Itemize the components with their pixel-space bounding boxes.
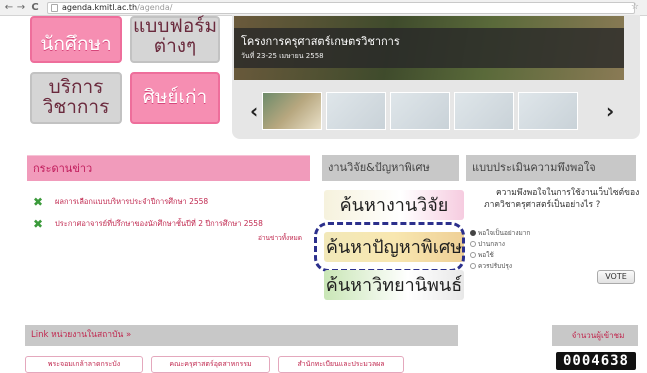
tile-services-label-line1: บริการ [48, 77, 104, 98]
banner-image[interactable]: โครงการครุศาสตร์เกษตรวิชาการ วันที่ 23-2… [234, 16, 624, 80]
radio-button[interactable] [470, 241, 476, 247]
tile-forms[interactable]: แบบฟอร์ม ต่างๆ [130, 16, 220, 63]
tile-alumni[interactable]: ศิษย์เก่า [130, 72, 220, 124]
tile-students-label: นักศึกษา [40, 34, 112, 55]
radio-button[interactable] [470, 230, 476, 236]
thumbnail[interactable] [390, 92, 450, 130]
url-path: /agenda/ [137, 3, 173, 12]
visitor-counter: 0004638 [556, 352, 636, 370]
slideshow-prev-icon[interactable]: ‹ [250, 98, 258, 124]
survey-header: แบบประเมินความพึงพอใจ [466, 155, 636, 181]
vote-button[interactable]: VOTE [597, 270, 635, 284]
tile-forms-label-line1: แบบฟอร์ม [133, 16, 217, 37]
browser-toolbar: ← → C agenda.kmitl.ac.th/agenda/ ☆ [0, 0, 647, 16]
survey-question: ความพึงพอใจในการใช้งานเว็บไซต์ของภาควิชา… [484, 188, 640, 210]
news-item[interactable]: ✖ ผลการเลือกแบบบริหารประจำปีการศึกษา 255… [33, 196, 208, 208]
thumbnail[interactable] [326, 92, 386, 130]
back-icon[interactable]: ← [3, 1, 15, 14]
banner-date: วันที่ 23-25 เมษายน 2558 [241, 52, 324, 60]
link-kmitl-button[interactable]: พระจอมเกล้าลาดกระบัง [25, 356, 143, 373]
survey-option[interactable]: ควรปรับปรุง [470, 261, 512, 271]
thumbnail[interactable] [518, 92, 578, 130]
slideshow-next-icon[interactable]: › [606, 98, 614, 124]
thumbnail-strip [262, 92, 578, 130]
page-icon [51, 4, 58, 12]
link-faculty-button[interactable]: คณะครุศาสตร์อุตสาหกรรม [151, 356, 270, 373]
visitors-header: จำนวนผู้เข้าชม [552, 325, 638, 346]
tile-forms-label-line2: ต่างๆ [153, 36, 197, 57]
radio-button[interactable] [470, 252, 476, 258]
tile-academic-services[interactable]: บริการ วิชาการ [30, 72, 122, 124]
banner-title: โครงการครุศาสตร์เกษตรวิชาการ [241, 35, 400, 48]
thumbnail[interactable] [262, 92, 322, 130]
survey-option-label: ควรปรับปรุง [478, 262, 513, 270]
link-registrar-button[interactable]: สำนักทะเบียนและประมวลผล [278, 356, 404, 373]
thumbnail[interactable] [454, 92, 514, 130]
tile-alumni-label: ศิษย์เก่า [142, 87, 208, 108]
survey-option-label: ปานกลาง [478, 240, 505, 248]
radio-button[interactable] [470, 263, 476, 269]
survey-option[interactable]: พอใจเป็นอย่างมาก [470, 228, 530, 238]
read-all-news-link[interactable]: อ่านข่าวทั้งหมด [258, 233, 302, 243]
forward-icon[interactable]: → [15, 1, 27, 14]
address-bar[interactable]: agenda.kmitl.ac.th/agenda/ [47, 2, 635, 14]
survey-option-label: พอใช้ [478, 251, 494, 259]
reload-icon[interactable]: C [29, 1, 41, 14]
links-header: Link หน่วยงานในสถาบัน » [25, 325, 458, 346]
bookmark-star-icon[interactable]: ☆ [631, 2, 639, 12]
survey-option[interactable]: พอใช้ [470, 250, 494, 260]
news-item-text: ประกาศอาจารย์ที่ปรึกษาของนักศึกษาชั้นปีท… [55, 219, 263, 228]
news-bullet-icon: ✖ [33, 217, 44, 231]
tile-services-label-line2: วิชาการ [42, 97, 110, 118]
news-item[interactable]: ✖ ประกาศอาจารย์ที่ปรึกษาของนักศึกษาชั้นป… [33, 218, 263, 230]
news-header: กระดานข่าว [27, 155, 310, 181]
survey-option[interactable]: ปานกลาง [470, 239, 505, 249]
highlight-dashed-box [314, 222, 465, 272]
news-bullet-icon: ✖ [33, 195, 44, 209]
search-research-button[interactable]: ค้นหางานวิจัย [324, 190, 464, 220]
search-thesis-button[interactable]: ค้นหาวิทยานิพนธ์ [324, 270, 464, 300]
survey-option-label: พอใจเป็นอย่างมาก [478, 229, 531, 237]
tile-students[interactable]: นักศึกษา [30, 16, 122, 63]
research-header: งานวิจัย&ปัญหาพิเศษ [322, 155, 459, 181]
news-item-text: ผลการเลือกแบบบริหารประจำปีการศึกษา 2558 [55, 197, 209, 206]
url-host: agenda.kmitl.ac.th [62, 3, 138, 12]
